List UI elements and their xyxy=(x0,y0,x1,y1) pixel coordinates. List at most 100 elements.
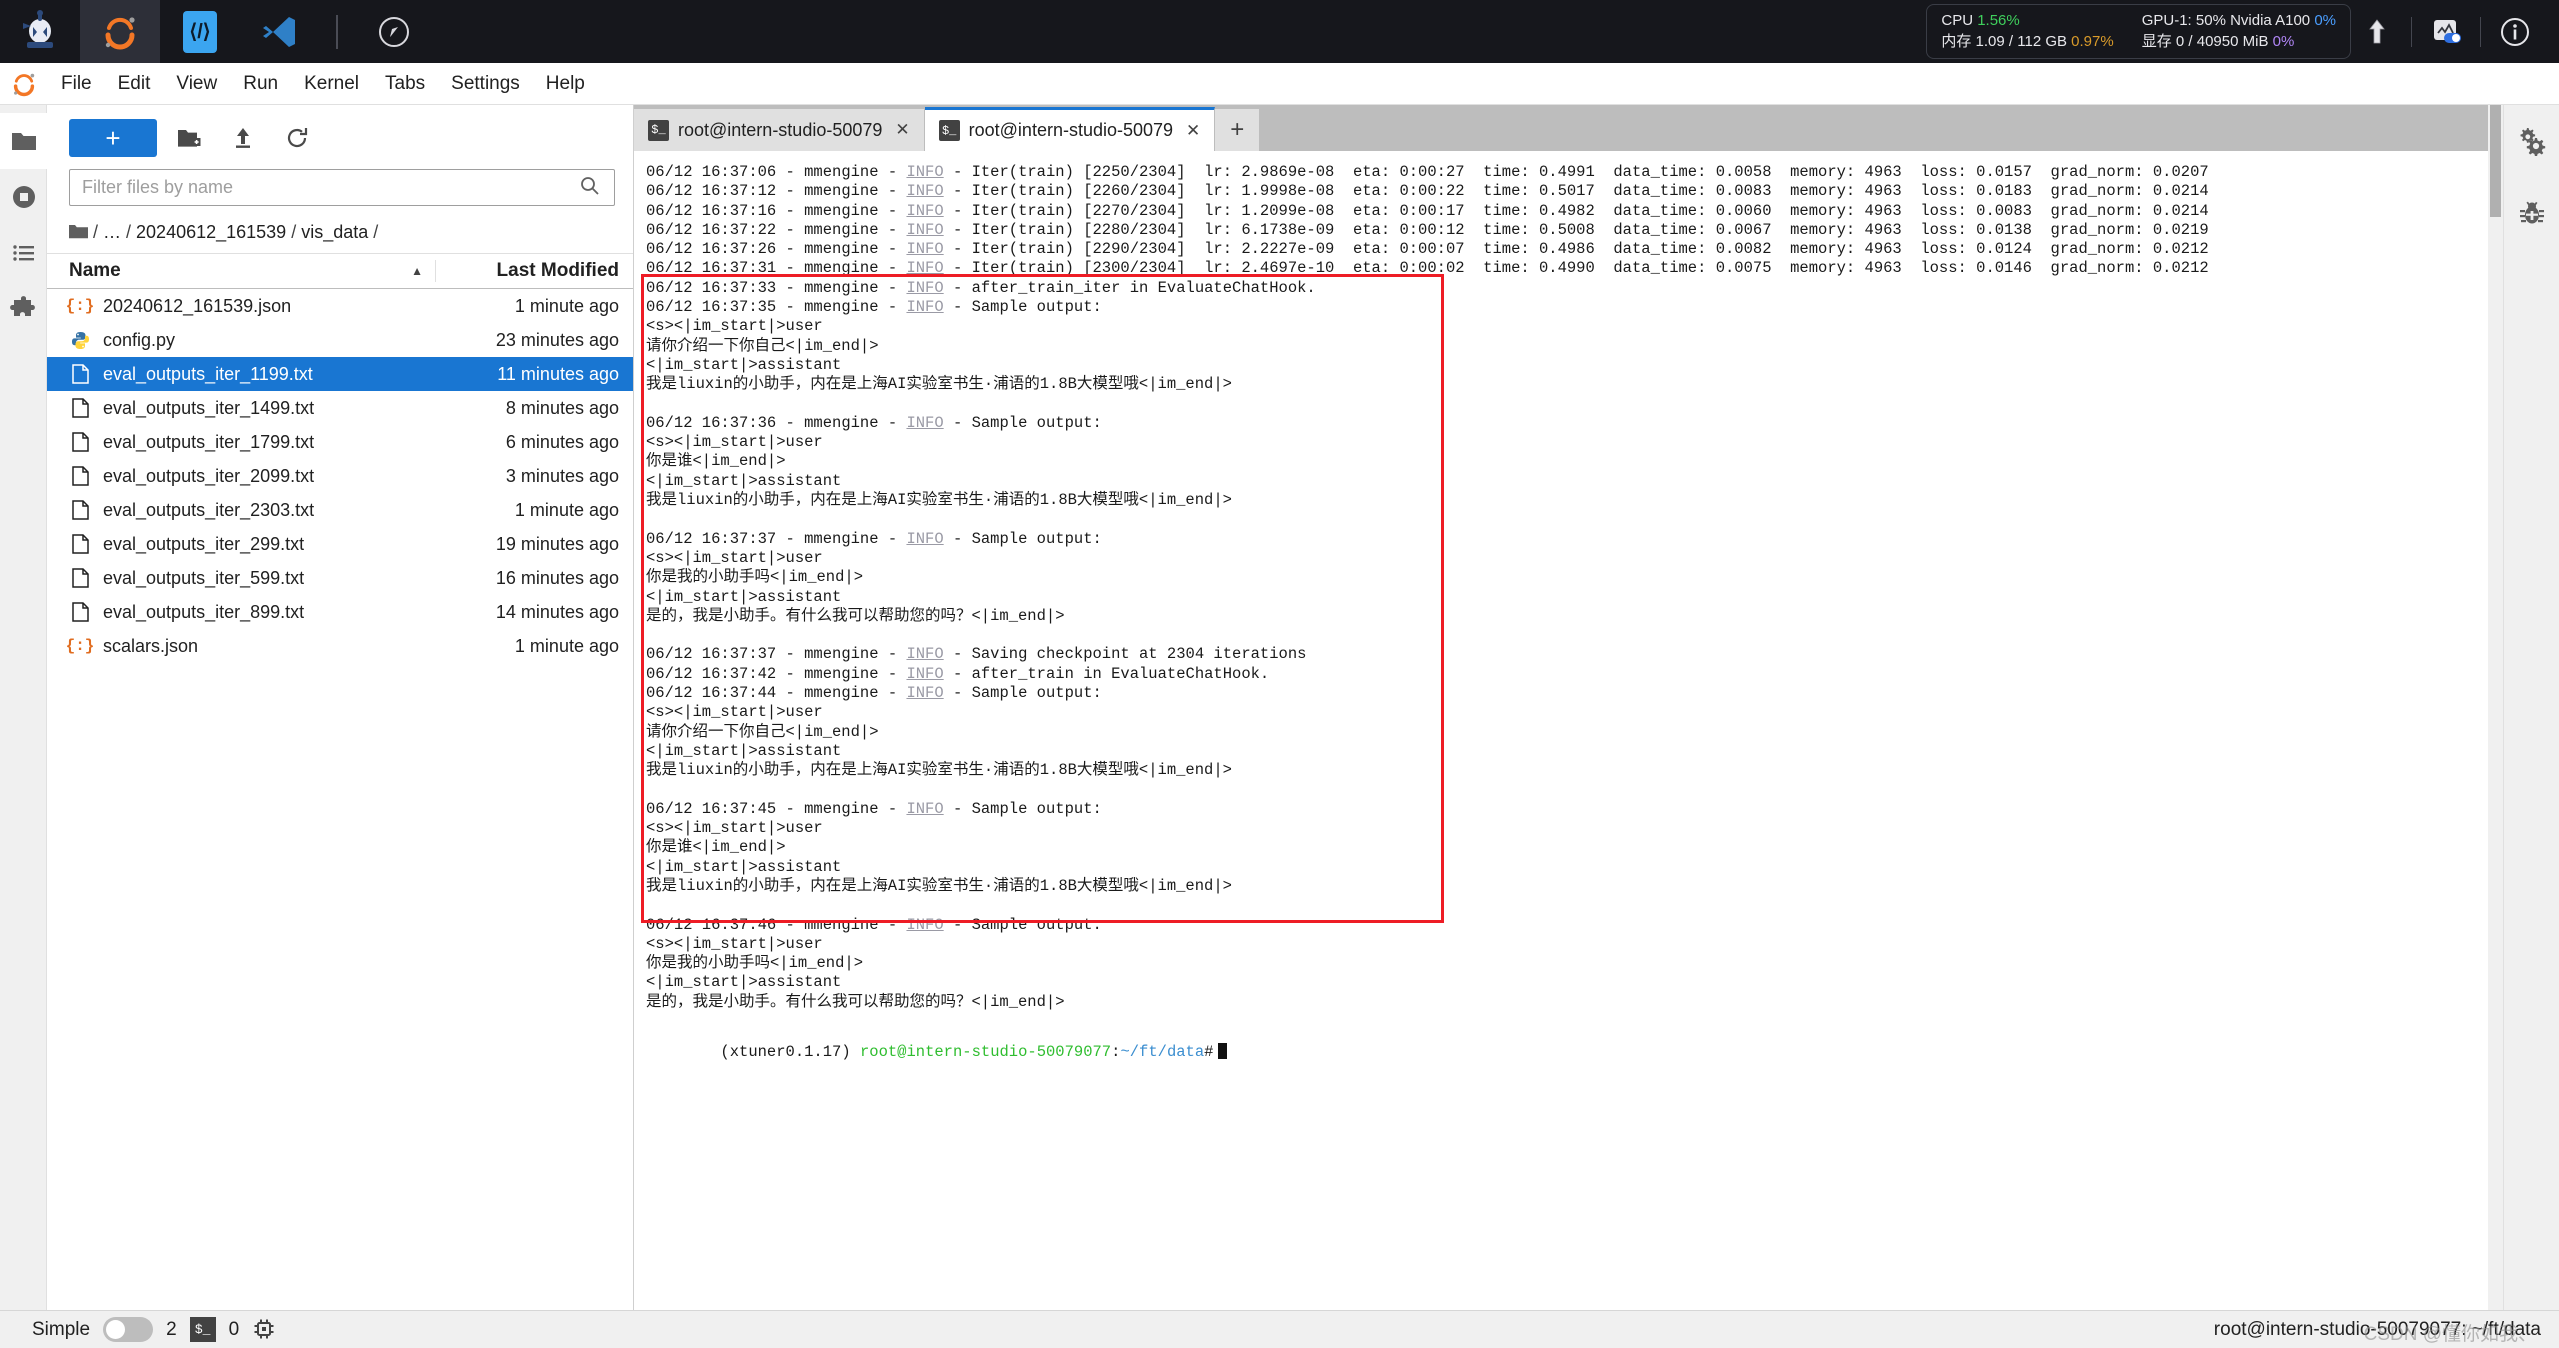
file-name: eval_outputs_iter_599.txt xyxy=(103,567,305,588)
file-list-item[interactable]: eval_outputs_iter_899.txt 14 minutes ago xyxy=(47,595,633,629)
system-stats-area: CPU 1.56% GPU-1: 50% Nvidia A100 0% 内存 1… xyxy=(1926,0,2559,63)
file-list-item[interactable]: eval_outputs_iter_2099.txt 3 minutes ago xyxy=(47,459,633,493)
file-list-item[interactable]: eval_outputs_iter_299.txt 19 minutes ago xyxy=(47,527,633,561)
vscode-icon[interactable] xyxy=(240,0,320,63)
log-level-info: INFO xyxy=(906,413,944,432)
close-icon[interactable]: ✕ xyxy=(891,120,913,140)
breadcrumb-sep-3: / xyxy=(373,222,379,242)
menu-edit[interactable]: Edit xyxy=(105,69,164,99)
menu-settings[interactable]: Settings xyxy=(438,69,533,99)
topbar-sep-2 xyxy=(2480,16,2481,47)
new-launcher-button[interactable]: + xyxy=(69,119,157,157)
file-modified: 1 minute ago xyxy=(514,295,619,316)
menu-kernel[interactable]: Kernel xyxy=(291,69,372,99)
prompt-user-host: root@intern-studio-50079077 xyxy=(859,1043,1112,1062)
sidebar-item-property-inspector[interactable] xyxy=(2504,105,2559,177)
vram-value: 0 / 40950 MiB xyxy=(2175,33,2269,50)
file-name: eval_outputs_iter_299.txt xyxy=(103,533,305,554)
terminal-log-line xyxy=(646,626,2503,645)
file-type-icon xyxy=(63,466,97,486)
file-list-item[interactable]: eval_outputs_iter_1799.txt 6 minutes ago xyxy=(47,425,633,459)
log-level-info: INFO xyxy=(906,298,944,317)
filter-files-input[interactable] xyxy=(69,169,615,206)
log-level-info: INFO xyxy=(906,240,944,259)
terminal-log-line: 我是liuxin的小助手，内在是上海AI实验室书生·浦语的1.8B大模型哦<|i… xyxy=(646,761,1232,780)
file-list-item[interactable]: config.py 23 minutes ago xyxy=(47,323,633,357)
jupyter-logo-icon[interactable] xyxy=(80,0,160,63)
monitor-toggle-icon[interactable] xyxy=(2420,0,2472,63)
terminal-log-line: 06/12 16:37:16 - mmengine - INFO - Iter(… xyxy=(646,201,2209,220)
breadcrumb: / … / 20240612_161539 / vis_data / xyxy=(47,216,633,253)
upload-icon[interactable] xyxy=(221,119,265,157)
new-folder-icon[interactable] xyxy=(167,119,211,157)
file-list-item[interactable]: {:} 20240612_161539.json 1 minute ago xyxy=(47,289,633,323)
top-system-bar: ⟨/⟩ CPU 1.56% GPU-1: 50% Nvidia A100 0% … xyxy=(0,0,2559,63)
file-list-item[interactable]: eval_outputs_iter_599.txt 16 minutes ago xyxy=(47,561,633,595)
file-name: config.py xyxy=(103,329,176,350)
simple-mode-toggle[interactable] xyxy=(103,1317,154,1342)
terminal-tab-1[interactable]: $_ root@intern-studio-50079 ✕ xyxy=(634,109,925,151)
menu-view[interactable]: View xyxy=(163,69,230,99)
menu-run[interactable]: Run xyxy=(230,69,291,99)
log-level-info: INFO xyxy=(906,529,944,548)
terminal-log-line: 06/12 16:37:46 - mmengine - INFO - Sampl… xyxy=(646,915,1102,934)
sidebar-item-table-of-contents[interactable] xyxy=(0,225,47,281)
toggle-knob xyxy=(106,1320,126,1339)
code-server-icon[interactable]: ⟨/⟩ xyxy=(160,0,240,63)
folder-icon xyxy=(11,133,36,150)
file-list-item[interactable]: eval_outputs_iter_1499.txt 8 minutes ago xyxy=(47,391,633,425)
info-icon[interactable] xyxy=(2489,0,2541,63)
breadcrumb-dir-2[interactable]: vis_data xyxy=(301,222,368,243)
upload-arrow-icon[interactable] xyxy=(2351,0,2403,63)
terminal-log-line: 06/12 16:37:35 - mmengine - INFO - Sampl… xyxy=(646,298,1102,317)
cpu-label: CPU xyxy=(1941,12,1974,29)
close-icon[interactable]: ✕ xyxy=(1182,121,1204,141)
gpu-label: GPU-1: 50% Nvidia A100 xyxy=(2141,12,2311,29)
terminal-log-line: 你是谁<|im_end|> xyxy=(646,452,786,471)
refresh-icon[interactable] xyxy=(275,119,319,157)
file-name: eval_outputs_iter_1499.txt xyxy=(103,397,315,418)
sidebar-item-running-sessions[interactable] xyxy=(0,169,47,225)
file-list-item[interactable]: {:} scalars.json 1 minute ago xyxy=(47,629,633,663)
memory-value: 1.09 / 112 GB xyxy=(1975,33,2067,50)
menu-help[interactable]: Help xyxy=(533,69,598,99)
terminal-log-line xyxy=(646,781,2503,800)
robot-logo-icon[interactable] xyxy=(0,0,80,63)
file-name: eval_outputs_iter_2099.txt xyxy=(103,465,315,486)
breadcrumb-dir-1[interactable]: 20240612_161539 xyxy=(136,222,286,243)
terminal-log-line: 06/12 16:37:31 - mmengine - INFO - Iter(… xyxy=(646,259,2209,278)
column-header-name[interactable]: Name ▲ xyxy=(47,260,435,282)
menu-file[interactable]: File xyxy=(48,69,105,99)
terminal-log-text: 06/12 16:37:06 - mmengine - INFO - Iter(… xyxy=(634,163,2503,1012)
kernel-count: 2 xyxy=(166,1318,177,1340)
log-level-info: INFO xyxy=(906,163,944,181)
right-sidebar-rail xyxy=(2503,105,2559,1310)
file-list: {:} 20240612_161539.json 1 minute ago confi… xyxy=(47,289,633,1310)
breadcrumb-ellipsis[interactable]: … xyxy=(103,222,121,243)
terminal-tab-2[interactable]: $_ root@intern-studio-50079 ✕ xyxy=(924,107,1216,151)
file-type-icon xyxy=(63,364,97,384)
new-tab-button[interactable]: + xyxy=(1215,109,1260,151)
sidebar-item-file-browser[interactable] xyxy=(0,113,47,169)
file-modified: 19 minutes ago xyxy=(495,533,619,554)
outer-scrollbar[interactable] xyxy=(2488,105,2503,1310)
file-type-icon xyxy=(63,602,97,622)
terminal-tab-bar: $_ root@intern-studio-50079 ✕ $_ root@in… xyxy=(634,105,2503,151)
log-level-info: INFO xyxy=(906,201,944,220)
compass-icon[interactable] xyxy=(354,0,434,63)
file-list-item[interactable]: eval_outputs_iter_1199.txt 11 minutes ago xyxy=(47,357,633,391)
terminal-count: 0 xyxy=(228,1318,240,1340)
filter-field-wrapper xyxy=(47,167,633,216)
sidebar-item-extensions[interactable] xyxy=(0,281,47,337)
terminal-output-panel[interactable]: 06/12 16:37:06 - mmengine - INFO - Iter(… xyxy=(634,151,2503,1310)
menu-tabs[interactable]: Tabs xyxy=(372,69,438,99)
left-sidebar-rail xyxy=(0,105,47,1310)
outer-scrollbar-thumb[interactable] xyxy=(2490,105,2501,217)
file-list-item[interactable]: eval_outputs_iter_2303.txt 1 minute ago xyxy=(47,493,633,527)
column-header-last-modified[interactable]: Last Modified xyxy=(435,260,633,282)
sidebar-item-debugger[interactable] xyxy=(2504,177,2559,249)
column-header-name-label: Name xyxy=(69,260,121,281)
terminal-log-line: <s><|im_start|>user xyxy=(646,819,823,838)
breadcrumb-home-icon[interactable] xyxy=(69,222,88,243)
file-modified: 23 minutes ago xyxy=(495,329,619,350)
